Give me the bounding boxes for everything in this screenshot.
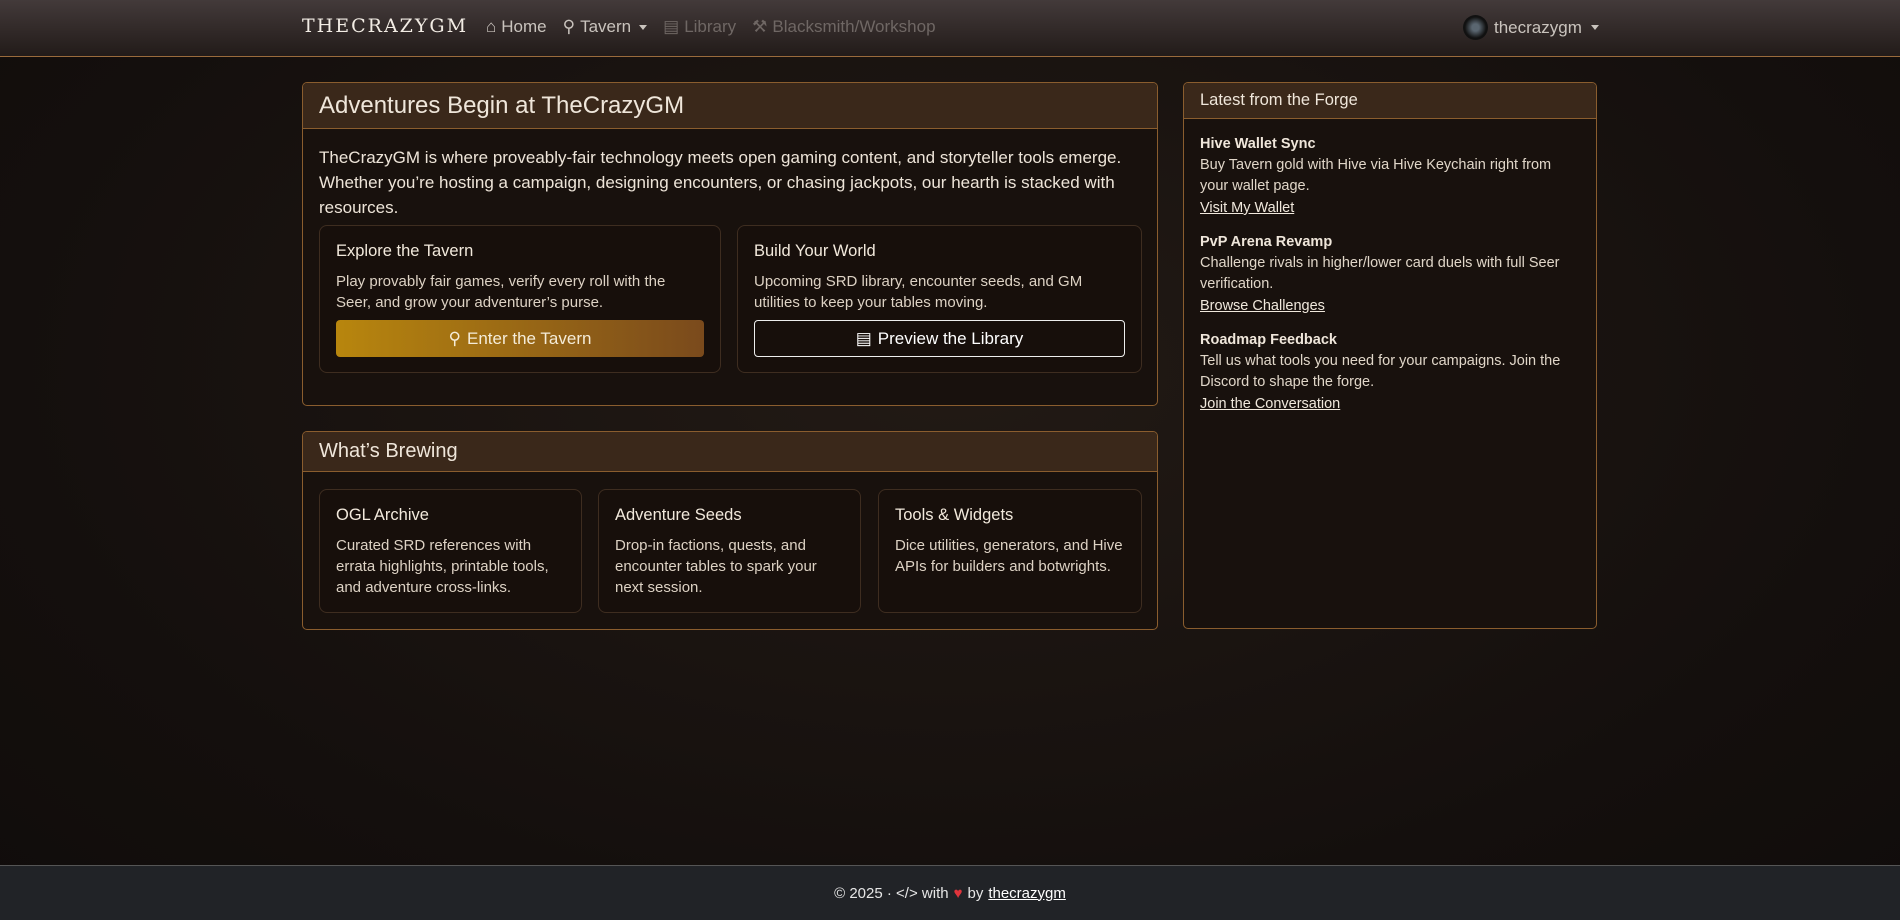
nav-tavern[interactable]: ⚲ Tavern (562, 17, 648, 37)
footer: © 2025 · </> with ♥ by thecrazygm (0, 865, 1900, 920)
card-text: Play provably fair games, verify every r… (336, 273, 666, 311)
card-title: Explore the Tavern (336, 242, 474, 260)
card-title: Build Your World (754, 242, 876, 260)
brand-logo[interactable]: THECRAZYGM (302, 15, 468, 37)
forge-news-card: Latest from the Forge Hive Wallet Sync Bu… (1183, 82, 1597, 629)
map-pin-icon: ⚲ (448, 328, 461, 348)
news-title: Roadmap Feedback (1200, 332, 1337, 348)
hammer-icon: ⚒ (752, 17, 768, 36)
news-text: Challenge rivals in higher/lower card du… (1200, 255, 1560, 292)
forge-title: Latest from the Forge (1184, 83, 1596, 119)
nav-home-label: Home (501, 17, 547, 36)
card-text: Dice utilities, generators, and Hive API… (895, 537, 1123, 575)
house-icon: ⌂ (486, 17, 497, 36)
build-world-card: Build Your World Upcoming SRD library, e… (737, 225, 1142, 373)
card-text: Drop-in factions, quests, and encounter … (615, 537, 817, 596)
preview-library-button[interactable]: ▤ Preview the Library (754, 320, 1125, 357)
whats-brewing-card: What’s Brewing OGL Archive Curated SRD re… (302, 431, 1158, 630)
brew-item: Adventure Seeds Drop-in factions, quests,… (598, 489, 861, 613)
button-label: Enter the Tavern (467, 328, 592, 348)
news-item: Roadmap Feedback Tell us what tools you n… (1200, 332, 1580, 413)
join-conversation-link[interactable]: Join the Conversation (1200, 396, 1340, 412)
card-title: Adventure Seeds (615, 506, 742, 524)
avatar (1463, 15, 1488, 40)
nav-library: ▤ Library (663, 17, 736, 37)
caret-down-icon (639, 24, 648, 30)
brew-item: Tools & Widgets Dice utilities, generator… (878, 489, 1142, 613)
navbar: THECRAZYGM ⌂ Home ⚲ Tavern ▤ Library ⚒ Black… (0, 0, 1900, 57)
map-pin-icon: ⚲ (562, 17, 576, 36)
hero-lead: TheCrazyGM is where proveably-fair techn… (319, 148, 1122, 217)
journal-icon: ▤ (663, 17, 680, 36)
heart-icon: ♥ (953, 884, 963, 902)
news-text: Tell us what tools you need for your cam… (1200, 353, 1561, 390)
news-text: Buy Tavern gold with Hive via Hive Keych… (1200, 157, 1552, 194)
nav-blacksmith: ⚒ Blacksmith/Workshop (752, 17, 935, 37)
news-title: Hive Wallet Sync (1200, 136, 1316, 152)
button-label: Preview the Library (877, 328, 1024, 348)
caret-down-icon (1590, 25, 1599, 30)
card-text: Upcoming SRD library, encounter seeds, a… (754, 273, 1083, 311)
brew-item: OGL Archive Curated SRD references with e… (319, 489, 582, 613)
news-item: PvP Arena Revamp Challenge rivals in high… (1200, 234, 1580, 315)
card-title: OGL Archive (336, 506, 429, 524)
news-item: Hive Wallet Sync Buy Tavern gold with Hiv… (1200, 136, 1580, 217)
card-text: Curated SRD references with errata highl… (336, 537, 549, 596)
explore-tavern-card: Explore the Tavern Play provably fair ga… (319, 225, 721, 373)
nav-home[interactable]: ⌂ Home (486, 17, 547, 37)
card-title: Tools & Widgets (895, 506, 1014, 524)
nav-blacksmith-label: Blacksmith/Workshop (772, 17, 936, 36)
nav-tavern-label: Tavern (580, 17, 632, 36)
visit-wallet-link[interactable]: Visit My Wallet (1200, 200, 1294, 216)
username: thecrazygm (1494, 17, 1582, 37)
footer-by: by (967, 884, 984, 902)
journal-icon: ▤ (855, 328, 872, 348)
enter-tavern-button[interactable]: ⚲ Enter the Tavern (336, 320, 704, 357)
nav-library-label: Library (684, 17, 737, 36)
hero-title: Adventures Begin at TheCrazyGM (303, 83, 1157, 129)
browse-challenges-link[interactable]: Browse Challenges (1200, 298, 1325, 314)
author-link[interactable]: thecrazygm (988, 885, 1066, 902)
user-menu[interactable]: thecrazygm (1463, 15, 1599, 40)
news-title: PvP Arena Revamp (1200, 234, 1333, 250)
footer-text: © 2025 · </> with (834, 884, 949, 902)
brewing-title: What’s Brewing (303, 432, 1157, 472)
hero-card: Adventures Begin at TheCrazyGM TheCrazyG… (302, 82, 1158, 406)
